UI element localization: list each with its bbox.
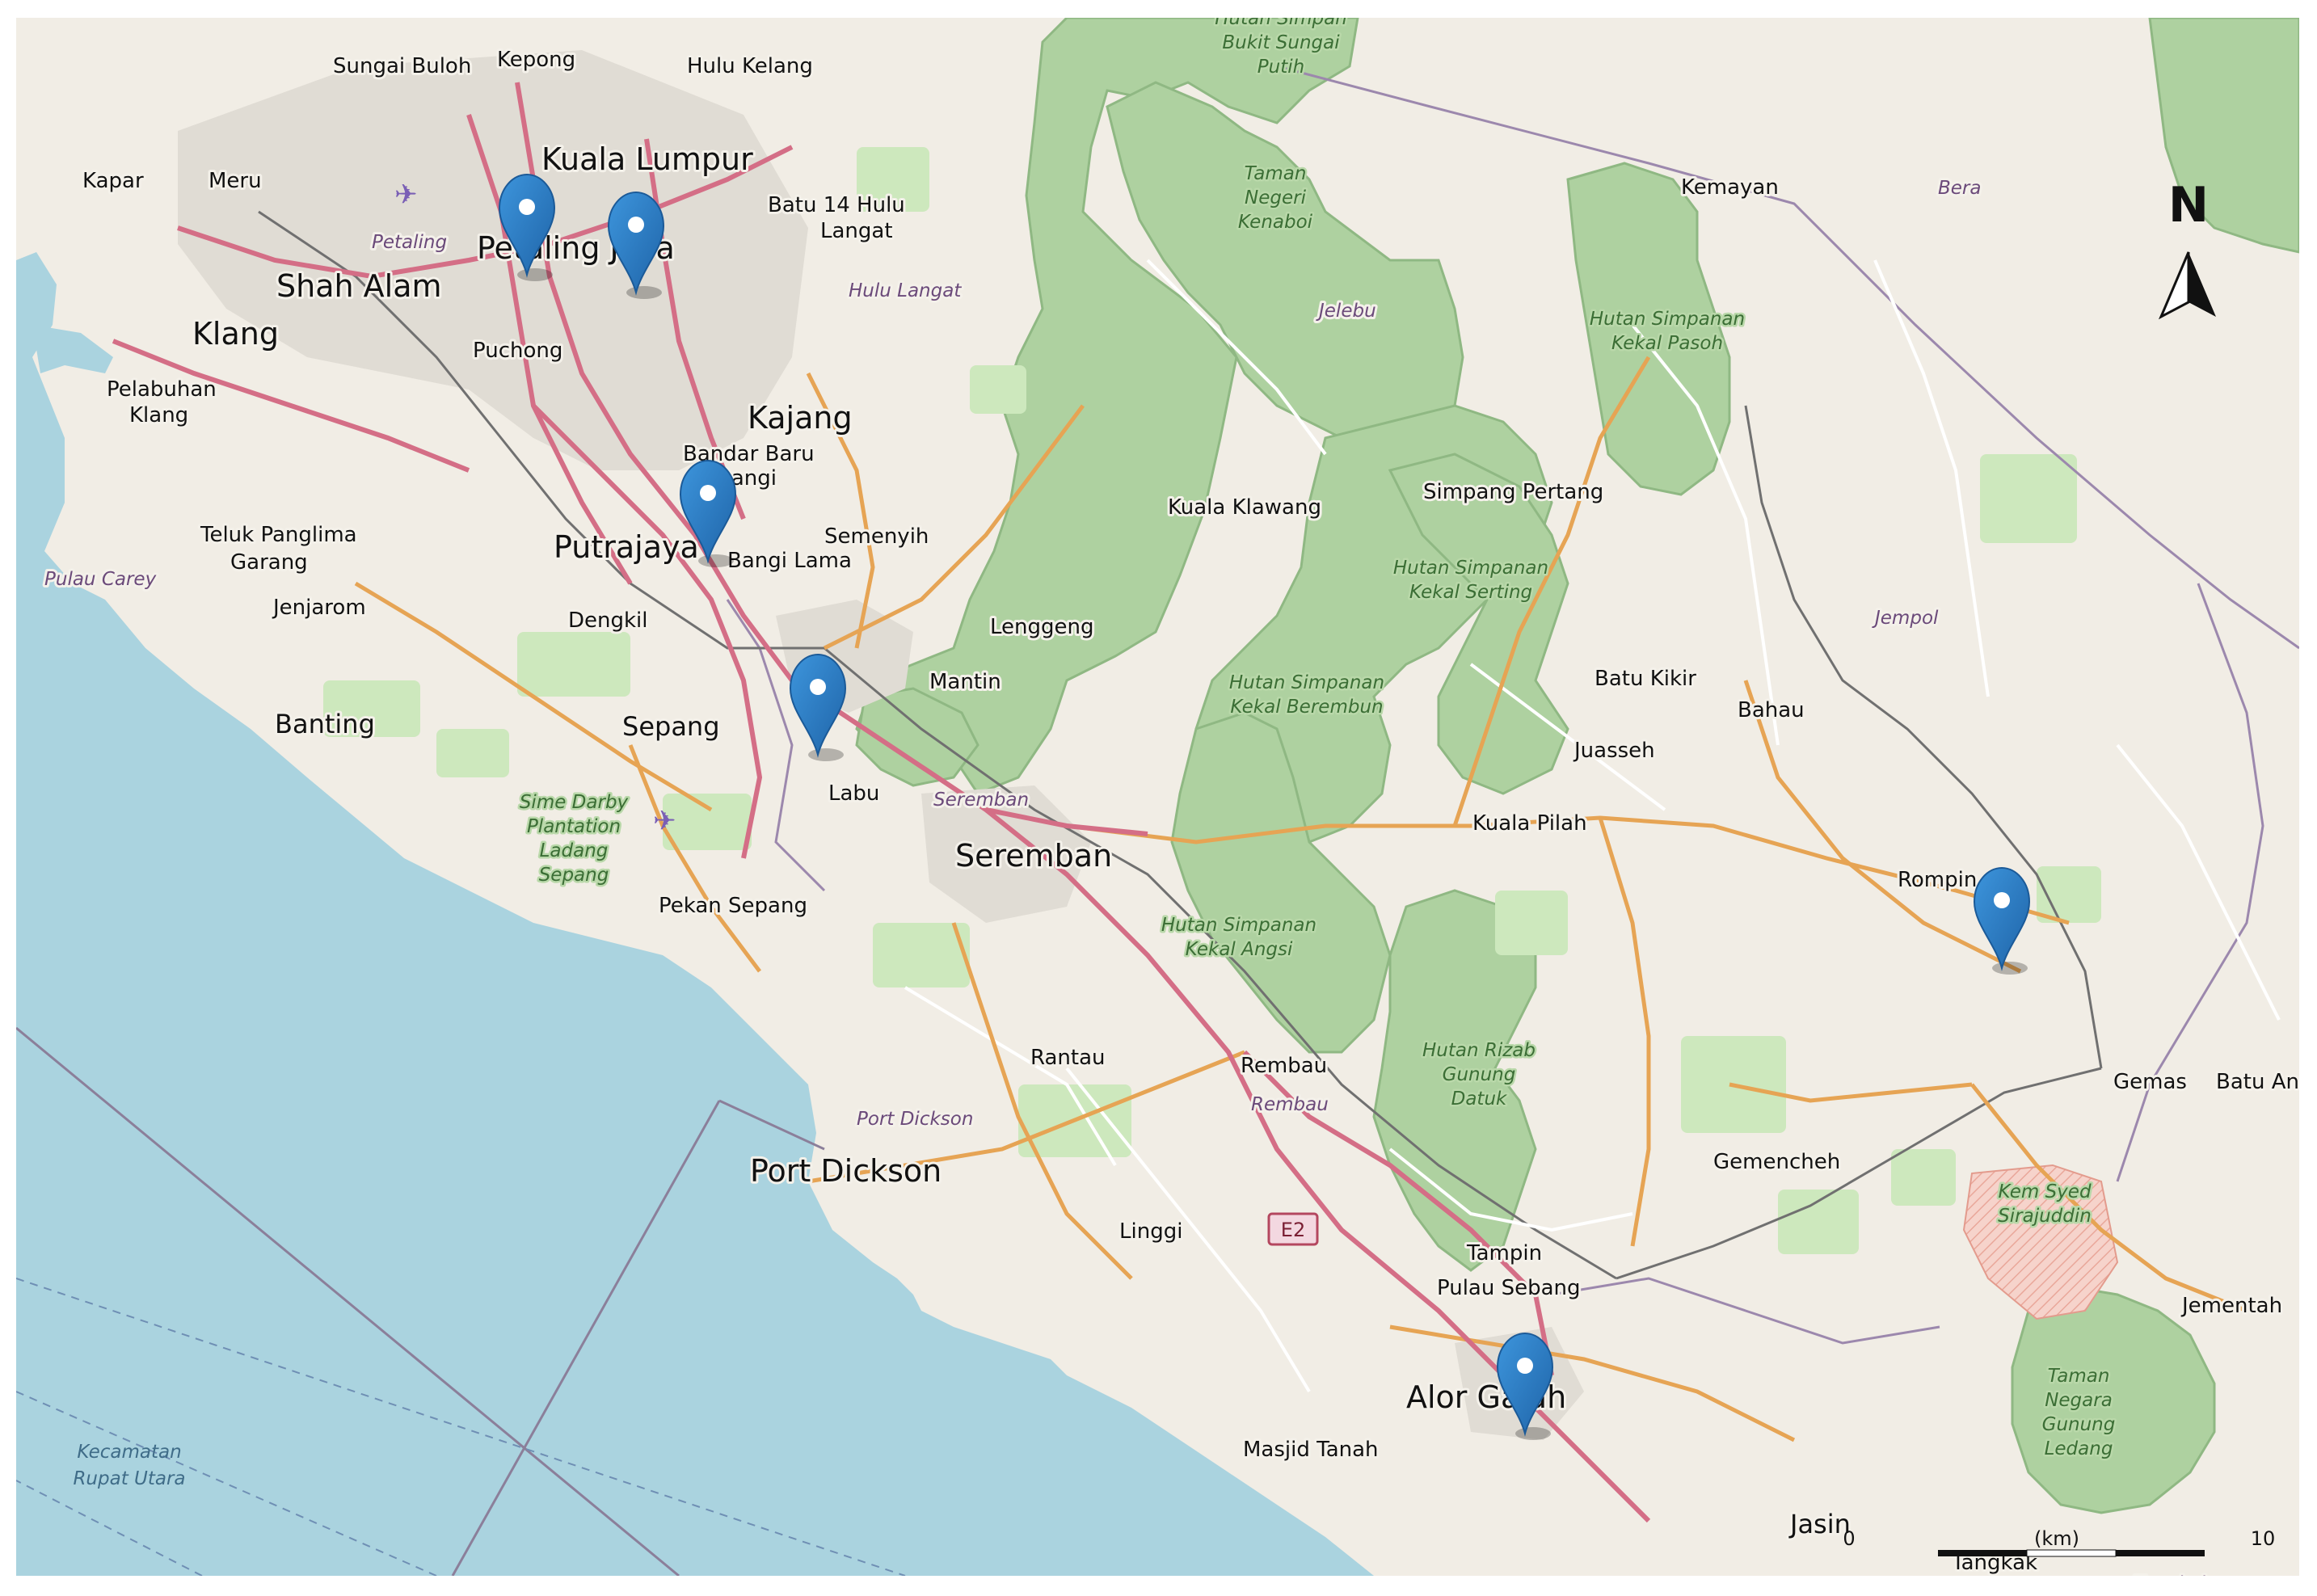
town-label: Rembau [1241, 1054, 1327, 1078]
town-label: Jenjarom [272, 596, 366, 620]
town-label: Pelabuhan [107, 377, 217, 402]
town-label: Hulu Kelang [687, 54, 813, 78]
airport-icon: ✈ [394, 179, 418, 211]
water-label: Pulau Carey [44, 569, 157, 590]
protected-area-label: Taman [1245, 163, 1307, 184]
svg-text:✈: ✈ [394, 179, 418, 211]
town-label: Simpang Pertang [1423, 480, 1603, 504]
road-shield-e2: E2 [1267, 1212, 1319, 1246]
protected-area-label: Bukit Sungai [1222, 32, 1340, 53]
district-label: Bera [1938, 178, 1981, 199]
district-label: Seremban [933, 790, 1029, 811]
town-label: Linggi [1119, 1219, 1182, 1244]
town-label: Tampin [1466, 1241, 1542, 1265]
district-label: Hulu Langat [849, 280, 962, 301]
protected-area-label: Putih [1257, 57, 1304, 78]
svg-text:0: 0 [1843, 1527, 1855, 1550]
city-label: Klang [192, 316, 279, 352]
city-label: Kajang [748, 400, 853, 436]
district-label: Port Dickson [857, 1109, 973, 1130]
town-label: Masjid Tanah [1243, 1438, 1379, 1462]
district-label: Tangkak [2134, 1573, 2212, 1576]
town-label: Kuala Pilah [1472, 811, 1587, 836]
protected-area-label: Kekal Serting [1409, 582, 1532, 603]
town-label: Gemencheh [1713, 1150, 1840, 1174]
town-label: Puchong [473, 339, 562, 363]
water-label: Rupat Utara [73, 1468, 185, 1489]
town-label: Dengkil [568, 609, 648, 633]
city-label: Jasin [1788, 1509, 1851, 1539]
svg-text:N: N [2168, 177, 2209, 234]
protected-area-label: Kekal Berembun [1230, 697, 1383, 718]
town-label: Semenyih [824, 524, 929, 549]
town-label: Sungai Buloh [333, 54, 471, 78]
svg-text:(km): (km) [2034, 1527, 2079, 1550]
district-label: Petaling [372, 232, 447, 253]
water-label: Kecamatan [77, 1442, 181, 1463]
district-label: Jelebu [1316, 301, 1376, 322]
protected-area-label: Kem Syed [1998, 1181, 2091, 1202]
town-label: Kemayan [1681, 175, 1779, 200]
protected-area-label: Hutan Simpanan [1590, 309, 1745, 330]
protected-area-label: Hutan Simpanan [1229, 672, 1384, 693]
town-label: Lenggeng [990, 615, 1094, 639]
town-label: Kepong [497, 48, 575, 72]
city-label: Sepang [622, 711, 720, 742]
protected-area-label: Sirajuddin [1998, 1206, 2092, 1227]
town-label: Teluk Panglima [200, 523, 357, 547]
town-label: Gemas [2113, 1070, 2187, 1094]
protected-area-label: Negara [2045, 1390, 2113, 1411]
city-label: Shah Alam [276, 268, 442, 304]
town-label: Meru [209, 169, 262, 193]
town-label: Bangi Lama [727, 549, 852, 573]
protected-area-label: Sime Darby [520, 792, 629, 813]
town-label: Rompin [1898, 868, 1977, 892]
protected-area-label: Taman [2048, 1366, 2110, 1387]
protected-area-label: Negeri [1245, 187, 1307, 208]
town-label: Langat [820, 219, 893, 243]
district-label: Rembau [1251, 1094, 1329, 1115]
protected-area-label: Gunung [1443, 1064, 1516, 1085]
protected-area-label: Kekal Pasoh [1611, 333, 1723, 354]
town-label: Juasseh [1573, 739, 1655, 763]
protected-area-label: Ledang [2045, 1438, 2113, 1459]
svg-text:10: 10 [2251, 1527, 2276, 1550]
town-label: Labu [828, 781, 879, 806]
town-label: Jementah [2180, 1294, 2282, 1318]
city-label: Seremban [955, 838, 1112, 874]
town-label: Batu 14 Hulu [768, 193, 905, 217]
town-label: Pulau Sebang [1437, 1276, 1581, 1300]
svg-text:✈: ✈ [653, 805, 676, 837]
protected-area-label: Hutan Simpan [1215, 18, 1347, 29]
map-canvas[interactable]: E2 ✈ ✈ Kuala Lumpur Shah Alam Klang Petalin… [16, 18, 2299, 1576]
protected-area-label: Kenaboi [1238, 212, 1313, 233]
town-label: Pekan Sepang [659, 894, 807, 918]
town-label: Batu Anam [2216, 1070, 2299, 1094]
town-label: Klang [129, 403, 188, 427]
town-label: Bahau [1738, 698, 1805, 722]
town-label: Mantin [929, 670, 1001, 694]
district-label: Jempol [1872, 608, 1939, 629]
town-label: Rantau [1030, 1046, 1106, 1070]
protected-area-label: Ladang [540, 840, 609, 861]
town-label: Garang [230, 550, 308, 575]
city-label: Putrajaya [554, 529, 699, 565]
town-label: Batu Kikir [1595, 667, 1696, 691]
protected-area-label: Plantation [527, 816, 621, 837]
town-label: Kuala Klawang [1168, 495, 1321, 520]
city-label: Banting [275, 709, 375, 739]
protected-area-label: Hutan Simpanan [1161, 915, 1316, 936]
svg-text:E2: E2 [1281, 1219, 1305, 1241]
airport-icon: ✈ [653, 805, 676, 837]
city-label: Kuala Lumpur [541, 141, 753, 177]
map-frame[interactable]: E2 ✈ ✈ Kuala Lumpur Shah Alam Klang Petalin… [16, 18, 2299, 1576]
protected-area-label: Hutan Rizab [1422, 1040, 1536, 1061]
protected-area-label: Datuk [1451, 1089, 1508, 1110]
town-label: Kapar [82, 169, 144, 193]
protected-area-label: Kekal Angsi [1186, 939, 1293, 960]
protected-area-label: Hutan Simpanan [1393, 558, 1548, 579]
city-label: Port Dickson [750, 1153, 942, 1189]
protected-area-label: Sepang [539, 865, 609, 886]
protected-area-label: Gunung [2042, 1414, 2116, 1435]
